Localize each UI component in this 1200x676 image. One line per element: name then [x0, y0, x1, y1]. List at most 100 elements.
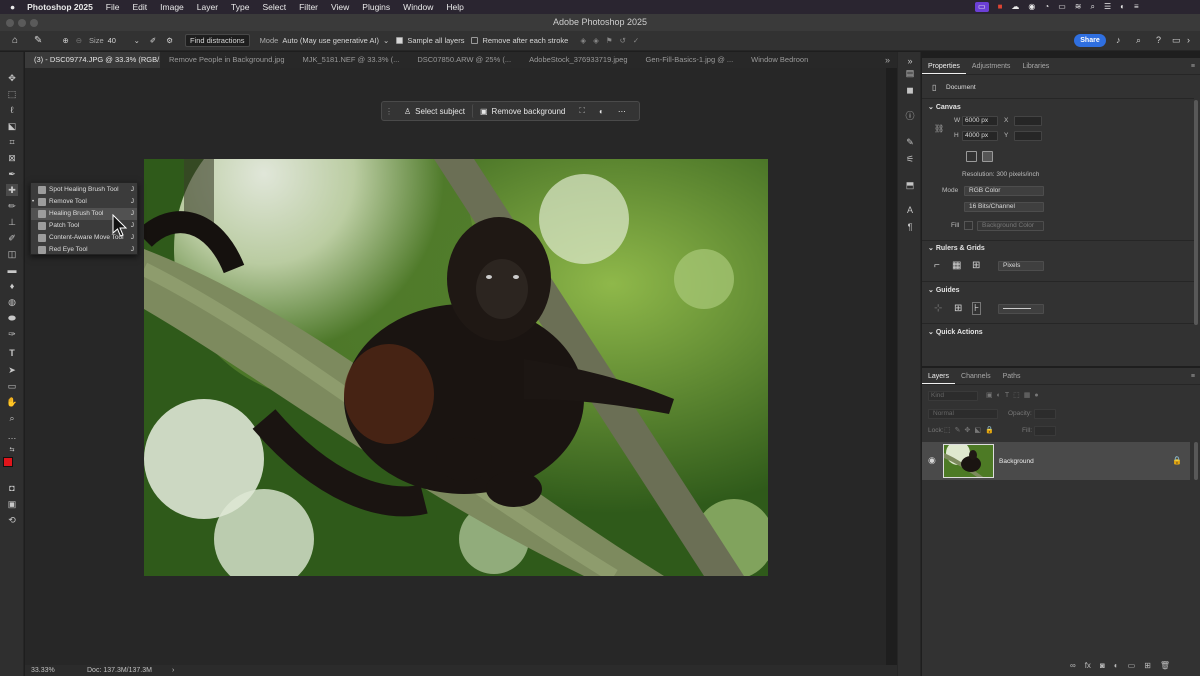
canvas-section-title[interactable]: ⌄ Canvas — [928, 103, 961, 111]
sponge-tool-icon[interactable]: ⬬ — [6, 312, 18, 324]
document-image[interactable] — [144, 159, 768, 576]
frame-tool-icon[interactable]: ⊠ — [6, 152, 18, 164]
edit-toolbar-icon[interactable]: … — [6, 430, 18, 442]
flyout-item-remove-tool[interactable]: • Remove Tool J — [31, 196, 137, 208]
paragraph-icon[interactable]: ¶ — [904, 222, 916, 232]
close-window-button[interactable] — [6, 19, 14, 27]
brush-mode-add-icon[interactable]: ⊕ — [62, 36, 68, 45]
blend-mode-select[interactable]: Normal — [928, 409, 998, 419]
select-subject-button[interactable]: ♙ Select subject — [397, 104, 472, 118]
screen-mode-icon[interactable]: ▣ — [6, 498, 18, 510]
ruler-icon[interactable]: ⌐ — [934, 260, 940, 271]
bit-depth-select[interactable]: 16 Bits/Channel — [964, 202, 1044, 212]
width-field[interactable]: 6000 px — [962, 116, 998, 126]
x-field[interactable] — [1014, 116, 1042, 126]
panel-menu-icon[interactable]: ≡ — [1191, 58, 1195, 75]
flyout-item-spot-healing[interactable]: Spot Healing Brush Tool J — [31, 184, 137, 196]
path-selection-tool-icon[interactable]: ➤ — [6, 364, 18, 376]
chevron-down-icon[interactable]: ⌄ — [134, 36, 140, 45]
character-icon[interactable]: A — [904, 205, 916, 215]
zoom-window-button[interactable] — [30, 19, 38, 27]
tab-window-bedroom[interactable]: Window Bedroon — [742, 52, 817, 68]
eyedropper-tool-icon[interactable]: ✒ — [6, 168, 18, 180]
sample-all-layers-checkbox[interactable] — [396, 37, 404, 44]
new-guide-icon[interactable]: ⊞ — [954, 303, 962, 314]
more-icon[interactable]: › — [1187, 35, 1190, 45]
height-field[interactable]: 4000 px — [962, 131, 998, 141]
workspace-icon[interactable]: ▭ — [1172, 35, 1181, 46]
quick-mask-icon[interactable]: ◘ — [6, 482, 18, 494]
app-status-icon[interactable]: ■ — [998, 2, 1003, 12]
blur-tool-icon[interactable]: ♦ — [6, 280, 18, 292]
quick-actions-section-title[interactable]: ⌄ Quick Actions — [928, 328, 983, 336]
menu-image[interactable]: Image — [160, 2, 184, 12]
sample-all-layers-option[interactable]: Sample all layers — [396, 36, 464, 45]
brush-tool-icon[interactable]: ✏ — [6, 200, 18, 212]
share-button[interactable]: Share — [1074, 34, 1106, 47]
tab-mjk5181[interactable]: MJK_5181.NEF @ 33.3% (... — [294, 52, 409, 68]
history-icon[interactable]: ▤ — [904, 68, 916, 78]
apple-icon[interactable]: ● — [10, 2, 15, 12]
undo-icon[interactable]: ↺ — [620, 36, 626, 45]
notification-icon[interactable]: ≡ — [1134, 2, 1139, 12]
tab-gen-fill[interactable]: Gen-Fill-Basics-1.jpg @ ... — [637, 52, 743, 68]
tab-paths[interactable]: Paths — [997, 368, 1027, 384]
adjust-icon[interactable]: ◐ — [592, 104, 611, 118]
comments-icon[interactable]: ◼ — [904, 85, 916, 95]
search-icon[interactable]: ⌕ — [1136, 35, 1141, 46]
menu-window[interactable]: Window — [403, 2, 433, 12]
fill-select[interactable]: Background Color — [977, 221, 1044, 231]
guides-section-title[interactable]: ⌄ Guides — [928, 286, 960, 294]
remove-tool-preset-icon[interactable]: ✎ — [34, 35, 42, 46]
healing-brush-tool-icon[interactable]: ✚ — [6, 184, 18, 196]
link-layers-icon[interactable]: ∞ — [1070, 661, 1076, 670]
brush-size-control[interactable]: Size 40 ⌄ — [89, 36, 140, 45]
link-icon[interactable]: ⛓ — [934, 124, 944, 133]
more-options-icon[interactable]: ⋯ — [611, 104, 633, 118]
adjustment-layer-icon[interactable]: ◐ — [1114, 661, 1119, 670]
layer-style-icon[interactable]: fx — [1085, 661, 1091, 670]
app-menu[interactable]: Photoshop 2025 — [27, 2, 93, 12]
portrait-orientation-icon[interactable] — [966, 151, 977, 162]
menu-plugins[interactable]: Plugins — [362, 2, 390, 12]
drag-handle-icon[interactable]: ⋮ — [385, 107, 393, 116]
tab-adjustments[interactable]: Adjustments — [966, 58, 1017, 74]
flag-icon[interactable]: ⚑ — [606, 36, 613, 45]
minimize-window-button[interactable] — [18, 19, 26, 27]
object-selection-tool-icon[interactable]: ⬕ — [6, 120, 18, 132]
menu-filter[interactable]: Filter — [299, 2, 318, 12]
layer-row[interactable]: ◉ Background 🔒 — [922, 442, 1190, 480]
play-icon[interactable]: ◉ — [1028, 2, 1035, 12]
menu-file[interactable]: File — [106, 2, 120, 12]
help-icon[interactable]: ? — [1156, 35, 1161, 45]
remove-after-stroke-checkbox[interactable] — [471, 37, 479, 44]
mask-icon[interactable]: ⛶ — [572, 104, 592, 118]
pen-tool-icon[interactable]: ✑ — [6, 328, 18, 340]
siri-icon[interactable]: ◐ — [1120, 2, 1125, 12]
collapse-panels-icon[interactable]: » — [904, 56, 916, 66]
pressure-icon[interactable]: ◈ — [580, 36, 586, 45]
new-group-icon[interactable]: ▭ — [1128, 661, 1136, 670]
control-center-icon[interactable]: ☰ — [1104, 2, 1111, 12]
guide-layout-icon[interactable]: ⊹ — [934, 303, 942, 314]
cloud-icon[interactable]: ☁ — [1011, 2, 1019, 12]
delete-layer-icon[interactable]: 🗑 — [1160, 661, 1170, 670]
chevron-down-icon[interactable]: ⌄ — [383, 36, 389, 45]
remove-background-button[interactable]: ▣ Remove background — [471, 104, 572, 118]
screen-record-icon[interactable]: ▭ — [975, 2, 989, 12]
layer-filter-kind[interactable]: Kind — [928, 391, 978, 401]
tab-remove-people[interactable]: Remove People in Background.jpg — [160, 52, 294, 68]
status-chevron-icon[interactable]: › — [172, 665, 174, 676]
layers-panel-menu-icon[interactable]: ≡ — [1191, 368, 1195, 385]
tab-dsc09774[interactable]: (3) - DSC09774.JPG @ 33.3% (RGB/16*) * — [25, 52, 160, 68]
stroke-icon[interactable]: ◈ — [593, 36, 599, 45]
flyout-item-red-eye[interactable]: Red Eye Tool J — [31, 244, 137, 256]
info-icon[interactable]: ⓘ — [904, 111, 916, 121]
battery-icon[interactable]: ▭ — [1058, 2, 1066, 12]
fill-color-swatch[interactable] — [964, 221, 973, 230]
wifi-icon[interactable]: ≋ — [1075, 2, 1082, 12]
find-distractions-button[interactable]: Find distractions — [184, 34, 250, 47]
menu-layer[interactable]: Layer — [197, 2, 218, 12]
move-tool-icon[interactable]: ✥ — [6, 72, 18, 84]
lock-icons[interactable]: ⬚✎✥⬕🔒 — [944, 426, 998, 434]
